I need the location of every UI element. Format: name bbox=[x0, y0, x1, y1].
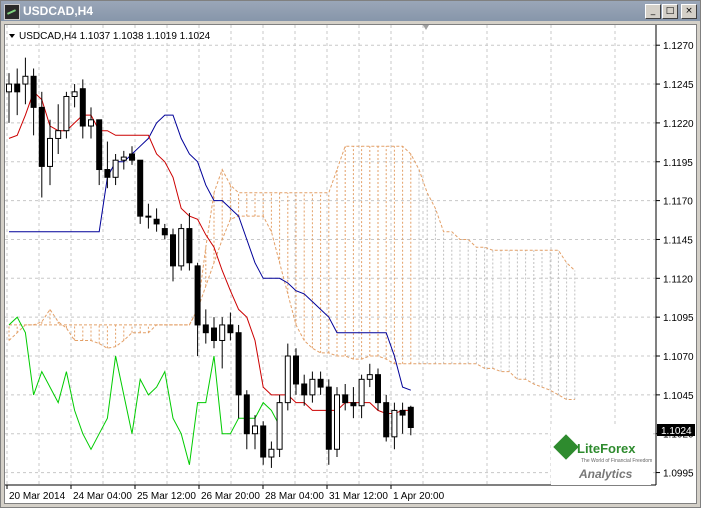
candle-body bbox=[260, 425, 267, 458]
price-chart[interactable]: 1.1270 1.1245 1.1220 1.1195 1.1170 1.1145 1.11… bbox=[5, 25, 698, 505]
candle-body bbox=[170, 234, 176, 267]
candle-body bbox=[235, 332, 242, 396]
price-tick-label: 1.0995 bbox=[663, 469, 694, 480]
candle-body bbox=[309, 378, 316, 396]
window-title: USDCAD,H4 bbox=[23, 4, 94, 18]
close-button[interactable]: × bbox=[681, 4, 697, 19]
candle-body bbox=[284, 355, 291, 404]
time-tick-label: 24 Mar 04:00 bbox=[73, 491, 132, 502]
candle-body bbox=[293, 355, 299, 385]
candle-body bbox=[30, 75, 37, 108]
chart-area[interactable]: 1.1270 1.1245 1.1220 1.1195 1.1170 1.1145 1.11… bbox=[4, 24, 697, 504]
price-tick-label: 1.1095 bbox=[663, 313, 694, 324]
time-tick-label: 1 Apr 20:00 bbox=[393, 491, 445, 502]
price-tick-label: 1.1145 bbox=[663, 235, 693, 246]
candle-body bbox=[161, 228, 168, 236]
chart-header: USDCAD,H4 1.1037 1.1038 1.1019 1.1024 bbox=[19, 31, 211, 42]
candle-body bbox=[366, 374, 373, 380]
watermark-brand: LiteForex bbox=[577, 441, 636, 456]
candle-body bbox=[47, 137, 53, 167]
candle-body bbox=[71, 91, 78, 97]
candle-body bbox=[399, 409, 406, 416]
candle-body bbox=[268, 448, 275, 458]
price-tick-label: 1.1270 bbox=[663, 41, 694, 52]
chart-shift-marker-icon[interactable] bbox=[423, 25, 429, 30]
price-scale[interactable]: 1.1270 1.1245 1.1220 1.1195 1.1170 1.1145 1.11… bbox=[656, 41, 694, 480]
chart-window-icon bbox=[4, 4, 20, 20]
candle-body bbox=[63, 95, 70, 132]
candle-body bbox=[334, 394, 340, 450]
candle-body bbox=[375, 374, 381, 404]
candle-body bbox=[22, 75, 29, 85]
senkou-span-a bbox=[8, 215, 575, 400]
candle-body bbox=[317, 378, 324, 388]
time-tick-label: 20 Mar 2014 bbox=[9, 491, 66, 502]
watermark-tagline: The World of Financial Freedom bbox=[581, 458, 652, 464]
candle-body bbox=[202, 324, 209, 334]
price-tick-label: 1.1220 bbox=[663, 119, 694, 130]
candle-body bbox=[243, 394, 250, 435]
chart-header-triangle-icon bbox=[9, 34, 15, 38]
candle-body bbox=[38, 106, 45, 167]
minimize-button[interactable]: _ bbox=[645, 4, 661, 19]
kijun-sen bbox=[9, 114, 411, 391]
candle-body bbox=[219, 324, 226, 341]
candle-body bbox=[211, 327, 217, 341]
candle-body bbox=[227, 324, 234, 334]
candle-body bbox=[350, 402, 357, 407]
candle-body bbox=[55, 130, 62, 139]
candle-body bbox=[104, 169, 111, 178]
window-titlebar[interactable]: USDCAD,H4 _ □ × bbox=[1, 1, 700, 21]
ichimoku-cloud bbox=[8, 145, 576, 400]
candle-body bbox=[342, 394, 349, 404]
candle-body bbox=[96, 119, 103, 171]
price-tick-label: 1.1245 bbox=[663, 80, 694, 91]
candle-body bbox=[112, 159, 119, 178]
time-tick-label: 26 Mar 20:00 bbox=[201, 491, 260, 502]
candle-body bbox=[14, 83, 21, 93]
price-tick-label: 1.1170 bbox=[663, 197, 693, 208]
candle-body bbox=[6, 83, 12, 93]
candle-body bbox=[88, 119, 94, 127]
candle-body bbox=[358, 378, 365, 407]
price-tick-label: 1.1070 bbox=[663, 352, 694, 363]
price-tick-label: 1.1195 bbox=[663, 158, 693, 169]
senkou-span-b bbox=[9, 145, 576, 326]
restore-button[interactable]: □ bbox=[662, 4, 678, 19]
candle-body bbox=[186, 228, 193, 264]
liteforex-watermark: LiteForex The World of Financial Freedom… bbox=[551, 425, 652, 485]
candle-body bbox=[137, 159, 144, 217]
candle-body bbox=[178, 228, 185, 267]
candle-body bbox=[276, 402, 283, 450]
candle-body bbox=[301, 383, 308, 396]
candle-body bbox=[391, 409, 398, 438]
candle-body bbox=[383, 402, 390, 438]
price-tick-label: 1.1120 bbox=[663, 274, 693, 285]
candle-body bbox=[407, 406, 414, 429]
time-tick-label: 25 Mar 12:00 bbox=[137, 491, 196, 502]
candle-body bbox=[252, 425, 258, 435]
candle-body bbox=[79, 88, 86, 127]
current-price-label: 1.1024 bbox=[661, 426, 692, 437]
candle-body bbox=[145, 215, 152, 218]
watermark-analytics: Analytics bbox=[578, 467, 633, 481]
time-scale[interactable]: 20 Mar 2014 24 Mar 04:00 25 Mar 12:00 26 Ma… bbox=[6, 485, 445, 502]
candle-body bbox=[325, 386, 332, 450]
candle-body bbox=[153, 218, 160, 225]
time-tick-label: 28 Mar 04:00 bbox=[265, 491, 324, 502]
candle-body bbox=[129, 153, 135, 161]
candlesticks bbox=[6, 57, 414, 468]
current-price-marker: 1.1024 bbox=[657, 424, 695, 437]
candle-body bbox=[194, 265, 201, 326]
chart-window: USDCAD,H4 _ □ × 1.1270 1.1245 1.1220 1.1195… bbox=[0, 0, 701, 508]
tenkan-sen bbox=[8, 90, 411, 414]
candle-body bbox=[120, 156, 127, 161]
time-tick-label: 31 Mar 12:00 bbox=[329, 491, 388, 502]
price-tick-label: 1.1045 bbox=[663, 391, 694, 402]
